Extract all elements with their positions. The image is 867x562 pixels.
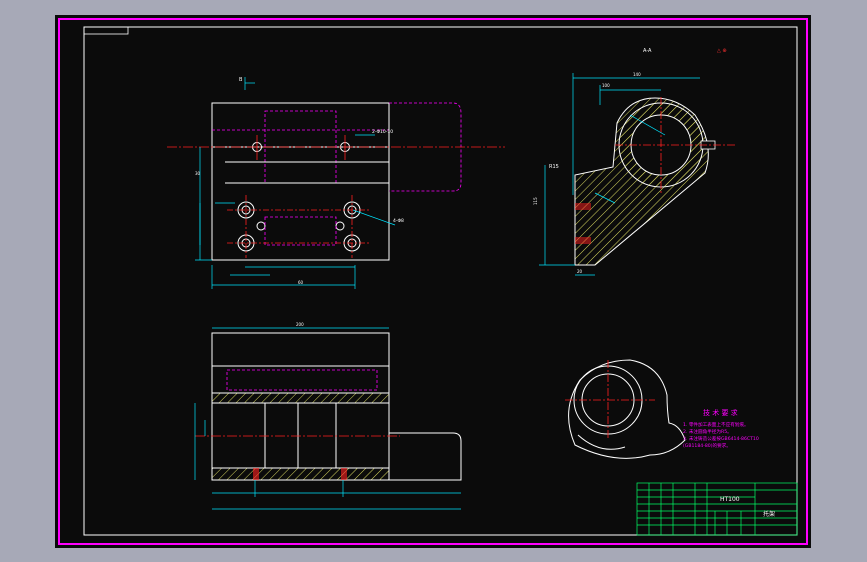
tech-req-item: 1. 零件加工表面上不应有划痕。 <box>683 421 749 428</box>
hole-callout-2: 4-Φ8 <box>393 218 404 224</box>
front-body <box>211 102 390 261</box>
corner-label-box <box>83 26 129 35</box>
title-block <box>636 482 798 536</box>
revision-mark: △ ⊕ <box>717 48 727 54</box>
material-label: HT100 <box>720 496 740 503</box>
drawing-sheet: 2-Φ10-10 4-Φ8 B 60 30 140 100 R15 115 20 <box>58 18 808 545</box>
part-name-label: 托架 <box>763 510 775 518</box>
dim-label: 30 <box>195 171 201 176</box>
outer-border <box>58 18 808 545</box>
tech-req-item: (GB1184-80)的要求。 <box>683 442 731 449</box>
detail-outline <box>568 359 686 459</box>
view-marker-label: B <box>239 77 243 83</box>
dim-label: 20 <box>577 269 583 274</box>
section-view: 200 <box>194 322 462 510</box>
tech-req-item: 3. 未注铸造公差按GB6414-86CT10 <box>683 435 759 442</box>
section-label: A-A <box>643 48 652 54</box>
dim-label: 140 <box>633 72 641 77</box>
dim-label: 60 <box>298 280 304 285</box>
tech-req-heading: 技 术 要 求 <box>703 408 738 417</box>
section-top <box>211 332 390 367</box>
cad-viewport[interactable]: 2-Φ10-10 4-Φ8 B 60 30 140 100 R15 115 20 <box>55 15 811 548</box>
dim-label: R15 <box>549 164 559 170</box>
side-view: 140 100 R15 115 20 A-A <box>533 48 735 276</box>
technical-requirements: 技 术 要 求 1. 零件加工表面上不应有划痕。 2. 未注圆角半径为R5。 3… <box>683 408 759 449</box>
dim-label: 200 <box>296 322 304 327</box>
dim-label: 115 <box>533 197 538 205</box>
dim-label: 100 <box>602 83 610 88</box>
tech-req-item: 2. 未注圆角半径为R5。 <box>683 428 732 435</box>
detail-view <box>565 359 686 459</box>
hole-callout: 2-Φ10-10 <box>372 129 393 135</box>
front-view: 2-Φ10-10 4-Φ8 B 60 30 <box>167 77 505 289</box>
